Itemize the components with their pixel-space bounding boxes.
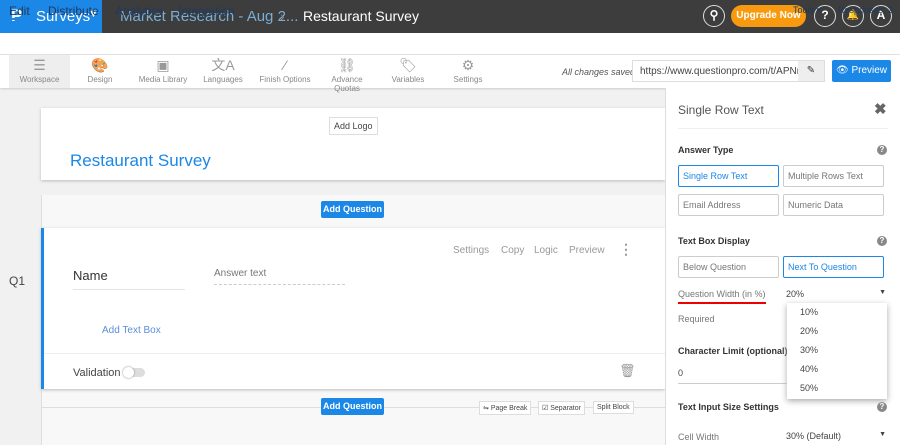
tool-settings[interactable]: ⚙ Settings [450,55,486,88]
tool-finish-options[interactable]: ⁄ Finish Options [257,55,313,88]
tag-icon: 🏷 [399,57,417,73]
breadcrumb-current: Restaurant Survey [303,8,419,24]
tool-label: Media Library [138,75,188,84]
tool-label: Workspace [19,75,60,84]
dropdown-option-50[interactable]: 50% [787,379,887,398]
pencil-icon[interactable]: ✎ [798,61,824,81]
palette-icon: 🎨 [91,57,109,73]
tool-variables[interactable]: 🏷 Variables [388,55,428,88]
char-limit-heading: Character Limit (optional) [678,346,788,356]
validation-toggle[interactable] [123,367,145,378]
translate-icon: 文A [211,57,235,73]
dropdown-option-20[interactable]: 20% [787,322,887,341]
preview-button[interactable]: 👁 Preview [832,60,891,82]
question-width-value: 20% [786,289,805,299]
save-status: All changes saved [562,67,636,77]
answer-type-email[interactable]: Email Address [678,194,779,216]
tools-label: Tools [793,5,815,15]
trash-icon[interactable]: 🗑 [619,363,636,379]
nav-integration[interactable]: Integration [178,4,235,18]
search-icon[interactable]: ⚲ [703,5,725,27]
survey-title[interactable]: Restaurant Survey [70,151,211,171]
checkbox-icon: ☑ [542,405,549,412]
tool-label: Variables [391,75,425,84]
dropdown-option-30[interactable]: 30% [787,341,887,360]
question-number: Q1 [9,274,26,288]
help-icon[interactable]: ? [877,236,887,246]
separator-label: Separator [550,405,581,412]
help-icon[interactable]: ? [877,145,887,155]
question-width-label: Question Width (in %) [678,289,766,304]
tool-label: Finish Options [259,75,311,84]
validation-label: Validation [73,367,121,379]
gear-icon: ⚙ [461,57,475,73]
page-break-label: Page Break [490,405,528,412]
divider [678,128,888,129]
close-icon[interactable]: ✖ [874,100,887,118]
nav-edit[interactable]: Edit [9,4,30,20]
link-icon: ⛓ [338,57,356,73]
add-logo-button[interactable]: Add Logo [329,117,378,135]
answer-type-heading: Answer Type [678,145,734,155]
question-copy-link[interactable]: Copy [501,245,524,256]
tool-media-library[interactable]: ▣ Media Library [133,55,193,88]
question-width-select[interactable]: 20% ▼ [786,289,886,299]
responses-count[interactable]: Responses: 2 [838,5,893,15]
preview-label: Preview [851,65,888,76]
answer-type-numeric[interactable]: Numeric Data [783,194,884,216]
survey-url-field[interactable]: https://www.questionpro.com/t/APNrFZ [632,60,825,82]
cell-width-label: Cell Width [678,432,720,442]
cell-width-select[interactable]: 30% (Default) ▼ [786,431,886,441]
image-icon: ▣ [156,57,170,73]
tool-advance-quotas[interactable]: ⛓ Advance Quotas [318,55,376,93]
question-preview-link[interactable]: Preview [569,245,605,256]
page-break-button[interactable]: ⇋ Page Break [479,401,532,415]
panel-title: Single Row Text [678,103,764,117]
tool-label: Advance Quotas [331,75,363,93]
help-icon[interactable]: ? [877,402,887,412]
more-vertical-icon[interactable]: ⋮ [619,241,633,258]
question-logic-link[interactable]: Logic [534,245,558,256]
tools-menu[interactable]: Tools ▾ [793,5,821,16]
question-settings-link[interactable]: Settings [453,245,489,256]
magic-wand-icon: ⁄ [283,57,287,73]
nav-analytics[interactable]: Analytics [115,4,163,18]
caret-down-icon: ▼ [879,289,886,296]
dropdown-option-10[interactable]: 10% [787,303,887,322]
nav-distribute[interactable]: Distribute [48,4,99,18]
eye-icon: 👁 [835,65,849,76]
tool-design[interactable]: 🎨 Design [75,55,125,88]
display-below-question[interactable]: Below Question [678,256,779,278]
tool-label: Languages [203,75,243,84]
required-label: Required [678,314,715,324]
question-width-dropdown: 10% 20% 30% 40% 50% [787,303,887,399]
display-next-to-question[interactable]: Next To Question [783,256,884,278]
separator-button[interactable]: ☑ Separator [538,401,585,415]
cell-width-value: 30% (Default) [786,431,842,441]
answer-type-single-row[interactable]: Single Row Text [678,165,779,187]
breadcrumb-separator-icon: › [280,8,285,24]
size-settings-heading: Text Input Size Settings [678,402,779,412]
answer-text-input[interactable]: Answer text [214,268,345,285]
main-nav [0,33,900,55]
add-question-button[interactable]: Add Question [321,398,384,415]
dropdown-option-40[interactable]: 40% [787,360,887,379]
tool-workspace[interactable]: ☰ Workspace [9,55,70,88]
workspace-icon: ☰ [33,57,46,73]
answer-type-multiple-rows[interactable]: Multiple Rows Text [783,165,884,187]
tool-languages[interactable]: 文A Languages [198,55,248,88]
add-question-button[interactable]: Add Question [321,201,384,218]
text-box-display-heading: Text Box Display [678,236,750,246]
caret-down-icon: ▼ [879,431,886,438]
tool-label: Settings [453,75,483,84]
question-text[interactable]: Name [73,268,185,290]
tool-label: Design [87,75,113,84]
split-block-button[interactable]: Split Block [593,401,634,414]
page-break-icon: ⇋ [483,405,489,412]
divider [44,353,665,354]
add-text-box-link[interactable]: Add Text Box [102,325,161,336]
